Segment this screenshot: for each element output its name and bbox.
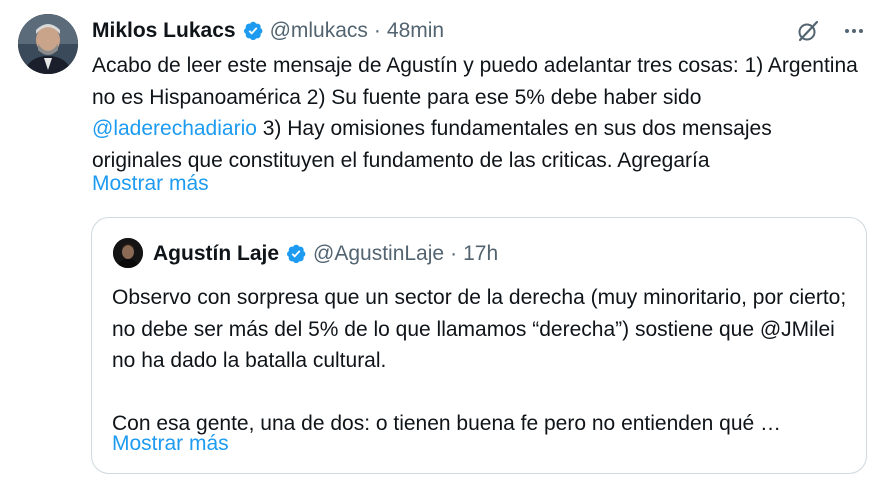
quoted-timestamp[interactable]: 17h (463, 242, 498, 266)
quoted-author-name[interactable]: Agustín Laje (153, 242, 279, 266)
show-more-link[interactable]: Mostrar más (92, 171, 209, 197)
tweet-text: Acabo de leer este mensaje de Agustín y … (92, 50, 862, 176)
quoted-text: Observo con sorpresa que un sector de la… (112, 282, 852, 440)
author-name[interactable]: Miklos Lukacs (92, 19, 236, 43)
tweet-header: Miklos Lukacs @mlukacs · 48min (92, 16, 444, 46)
quoted-show-more-link[interactable]: Mostrar más (112, 431, 229, 457)
quoted-header: Agustín Laje @AgustinLaje · 17h (153, 239, 498, 269)
avatar[interactable] (18, 14, 78, 74)
timestamp[interactable]: 48min (387, 19, 444, 43)
tweet-text-part1: Acabo de leer este mensaje de Agustín y … (92, 54, 858, 109)
verified-badge-icon (242, 20, 264, 42)
quoted-paragraph-1: Observo con sorpresa que un sector de la… (112, 286, 847, 372)
more-dots-icon[interactable] (841, 18, 867, 44)
verified-badge-icon (285, 243, 307, 265)
tweet[interactable]: Miklos Lukacs @mlukacs · 48min Acabo de (0, 0, 885, 489)
quoted-tweet[interactable]: Agustín Laje @AgustinLaje · 17h Observo … (91, 217, 867, 474)
quoted-avatar[interactable] (113, 238, 143, 268)
grok-slash-icon[interactable] (795, 18, 821, 44)
tweet-actions-top (795, 18, 867, 44)
quoted-author-handle[interactable]: @AgustinLaje (313, 242, 444, 266)
mention-link[interactable]: @laderechadiario (92, 117, 257, 140)
separator-dot: · (450, 242, 458, 265)
separator-dot: · (373, 19, 381, 42)
author-handle[interactable]: @mlukacs (270, 19, 368, 43)
